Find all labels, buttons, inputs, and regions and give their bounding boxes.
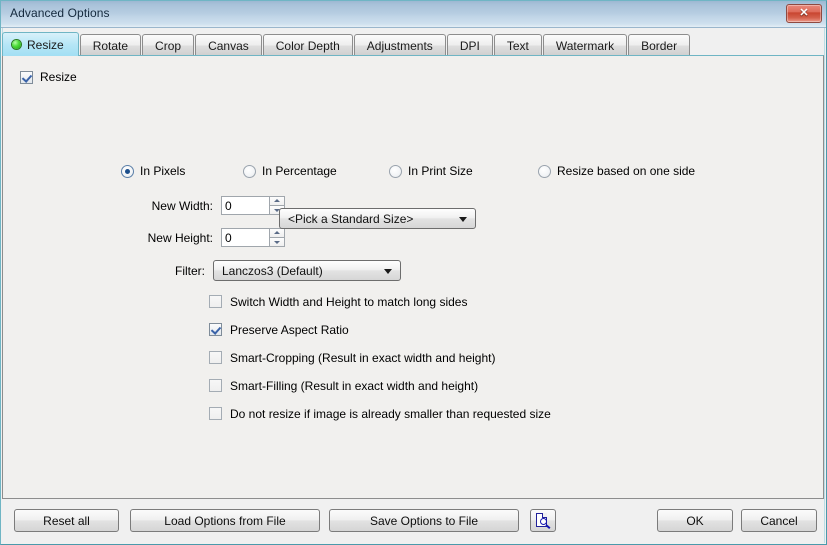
checkbox-box-icon: [209, 407, 222, 420]
radio-in-percentage[interactable]: In Percentage: [243, 164, 337, 178]
enable-resize-checkbox[interactable]: Resize: [20, 70, 77, 84]
radio-label: In Print Size: [408, 164, 473, 178]
radio-in-pixels[interactable]: In Pixels: [121, 164, 185, 178]
option-label: Preserve Aspect Ratio: [230, 322, 349, 337]
tab-active-led-icon: [12, 40, 21, 49]
filter-row: Filter: Lanczos3 (Default): [143, 260, 401, 281]
tab-label: Crop: [155, 38, 182, 53]
tab-resize[interactable]: Resize: [2, 32, 79, 56]
option-label: Smart-Cropping (Result in exact width an…: [230, 350, 496, 365]
radio-label: Resize based on one side: [557, 164, 696, 178]
new-height-label: New Height:: [147, 230, 213, 245]
checkbox-box-icon: [209, 323, 222, 336]
dialog-footer: Reset all Load Options from File Save Op…: [2, 499, 824, 543]
new-width-input[interactable]: [221, 196, 269, 215]
enable-resize-label: Resize: [40, 70, 77, 84]
save-options-button[interactable]: Save Options to File: [329, 509, 519, 532]
option-checkbox-0[interactable]: Switch Width and Height to match long si…: [209, 294, 551, 309]
option-label: Switch Width and Height to match long si…: [230, 294, 468, 309]
spin-up-icon[interactable]: [269, 196, 285, 206]
preview-button[interactable]: [530, 509, 556, 532]
radio-button-icon: [243, 164, 256, 178]
new-height-row: New Height:: [143, 228, 285, 247]
new-height-spin-buttons[interactable]: [269, 228, 285, 247]
radio-label: In Percentage: [262, 164, 337, 178]
standard-size-value: <Pick a Standard Size>: [288, 211, 414, 226]
tab-label: Resize: [27, 37, 64, 52]
tab-rotate[interactable]: Rotate: [79, 34, 142, 56]
spin-down-icon[interactable]: [269, 237, 285, 247]
new-width-label: New Width:: [151, 198, 213, 213]
radio-in-print-size[interactable]: In Print Size: [389, 164, 473, 178]
close-icon: ✕: [799, 7, 809, 19]
tab-canvas[interactable]: Canvas: [195, 34, 262, 56]
tab-text[interactable]: Text: [493, 34, 542, 56]
cancel-button[interactable]: Cancel: [741, 509, 817, 532]
option-checkbox-1[interactable]: Preserve Aspect Ratio: [209, 322, 551, 337]
checkbox-box-icon: [209, 351, 222, 364]
radio-button-icon: [121, 164, 134, 178]
window-title: Advanced Options: [10, 6, 110, 20]
reset-all-button[interactable]: Reset all: [14, 509, 119, 532]
tab-label: Color Depth: [275, 38, 340, 53]
chevron-down-icon: [384, 268, 392, 274]
checkbox-box-icon: [209, 379, 222, 392]
tab-dpi[interactable]: DPI: [446, 34, 493, 56]
radio-resize-based-on-one-side[interactable]: Resize based on one side: [538, 164, 695, 178]
tab-label: Text: [506, 38, 529, 53]
preview-document-magnifier-icon: [535, 512, 551, 529]
option-checkbox-4[interactable]: Do not resize if image is already smalle…: [209, 406, 551, 421]
resize-mode-radio-group: In Pixels In Percentage In Print Size Resiz…: [3, 164, 823, 180]
tab-strip: Resize Rotate Crop Canvas Color Depth Adjustm…: [2, 32, 824, 56]
radio-button-icon: [538, 164, 551, 178]
tab-label: Border: [641, 38, 678, 53]
filter-combobox[interactable]: Lanczos3 (Default): [213, 260, 401, 281]
tab-crop[interactable]: Crop: [142, 34, 195, 56]
tab-label: Canvas: [208, 38, 249, 53]
new-width-spinner[interactable]: [221, 196, 285, 215]
titlebar: Advanced Options ✕: [1, 1, 826, 28]
checkbox-box-icon: [209, 295, 222, 308]
close-button[interactable]: ✕: [786, 4, 822, 23]
chevron-down-icon: [459, 216, 467, 222]
filter-label: Filter:: [175, 263, 205, 278]
option-checkbox-3[interactable]: Smart-Filling (Result in exact width and…: [209, 378, 551, 393]
filter-value: Lanczos3 (Default): [222, 263, 323, 278]
radio-button-icon: [389, 164, 402, 178]
standard-size-combobox[interactable]: <Pick a Standard Size>: [279, 208, 476, 229]
tab-label: DPI: [459, 38, 480, 53]
tab-adjustments[interactable]: Adjustments: [353, 34, 446, 56]
radio-label: In Pixels: [140, 164, 186, 178]
option-label: Smart-Filling (Result in exact width and…: [230, 378, 479, 393]
checkbox-box-icon: [20, 70, 33, 84]
tab-border[interactable]: Border: [628, 34, 691, 56]
resize-tab-panel: Resize In Pixels In Percentage In Print Si…: [2, 55, 824, 499]
tab-label: Watermark: [555, 38, 615, 53]
spin-up-icon[interactable]: [269, 228, 285, 238]
tab-label: Adjustments: [366, 38, 433, 53]
option-label: Do not resize if image is already smalle…: [230, 406, 551, 421]
ok-button[interactable]: OK: [657, 509, 733, 532]
tab-color-depth[interactable]: Color Depth: [262, 34, 353, 56]
tab-label: Rotate: [92, 38, 129, 53]
resize-options-list: Switch Width and Height to match long si…: [209, 294, 551, 434]
option-checkbox-2[interactable]: Smart-Cropping (Result in exact width an…: [209, 350, 551, 365]
tab-watermark[interactable]: Watermark: [542, 34, 628, 56]
load-options-button[interactable]: Load Options from File: [130, 509, 320, 532]
new-height-spinner[interactable]: [221, 228, 285, 247]
new-height-input[interactable]: [221, 228, 269, 247]
advanced-options-dialog: Advanced Options ✕ Resize Rotate Crop Canva…: [0, 0, 827, 545]
new-width-row: New Width:: [143, 196, 285, 215]
